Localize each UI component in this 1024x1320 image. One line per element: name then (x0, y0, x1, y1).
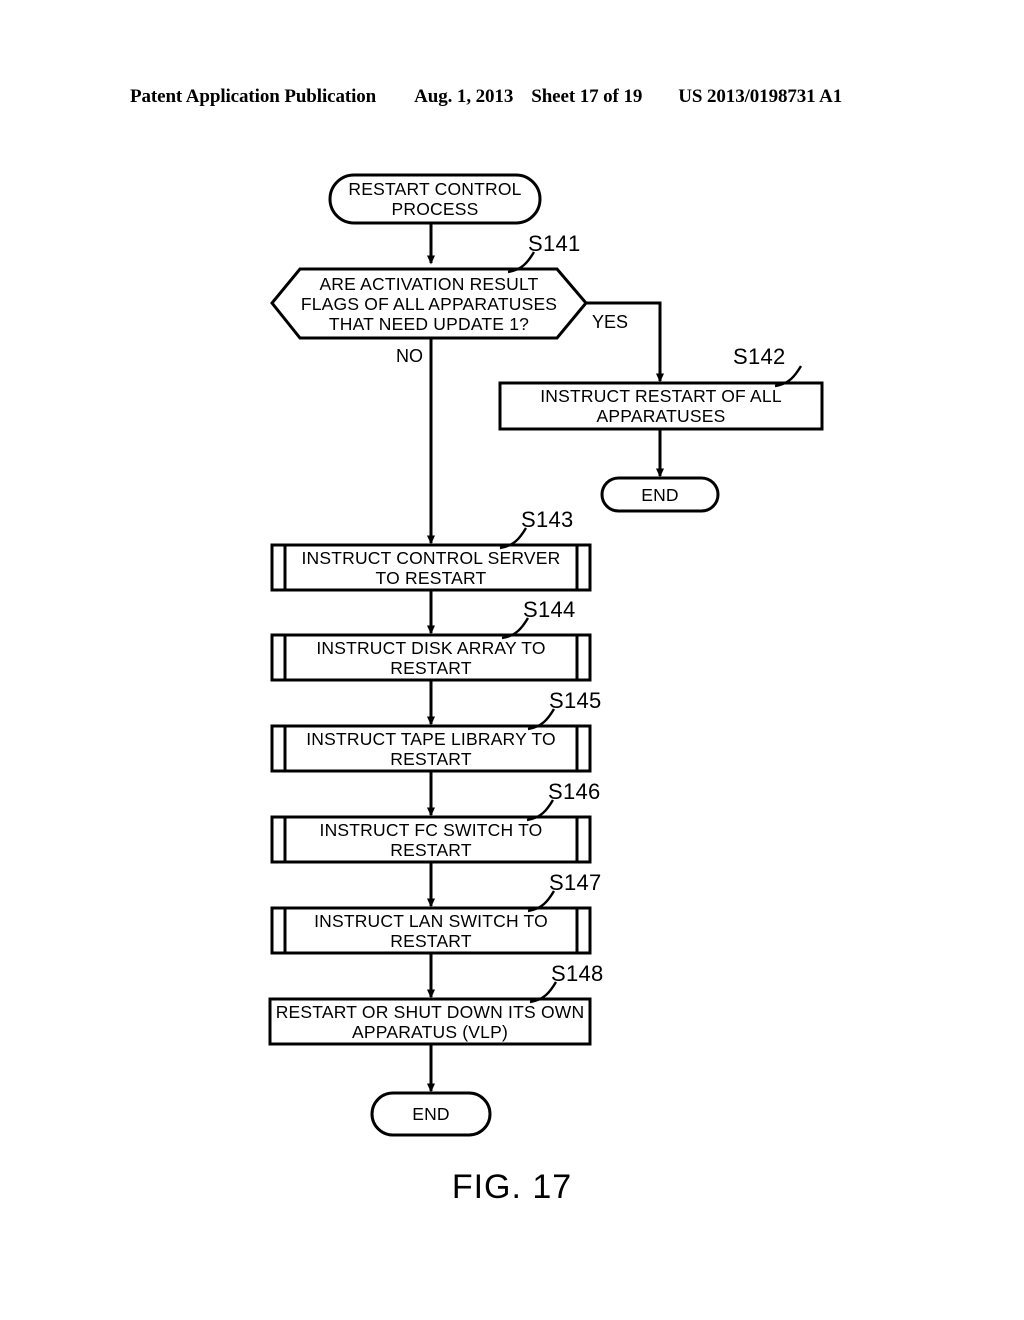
end-yes-terminator-shape (600, 476, 720, 513)
step-number-s145: S145 (549, 688, 602, 713)
end-no-terminator-shape (370, 1091, 492, 1137)
decision-hexagon-shape (270, 267, 588, 340)
step-number-s143: S143 (521, 507, 574, 532)
step-box-s143-shape (270, 543, 592, 592)
flowchart-graphics (268, 173, 824, 1137)
step-box-s148-shape (268, 997, 592, 1046)
step-number-s148: S148 (551, 961, 604, 986)
step-number-s146: S146 (548, 779, 601, 804)
step-number-s147: S147 (549, 870, 602, 895)
step-number-s144: S144 (523, 597, 576, 622)
flowchart: RESTART CONTROL PROCESS ARE ACTIVATION R… (0, 0, 1024, 1320)
branch-label-no: NO (396, 346, 423, 366)
start-terminator-shape (328, 173, 542, 225)
step-box-s144-shape (270, 633, 592, 682)
step-box-s145-shape (270, 724, 592, 773)
figure-caption: FIG. 17 (451, 1168, 573, 1206)
step-box-s146-shape (270, 815, 592, 864)
step-number-s142: S142 (733, 344, 786, 369)
patent-drawing-page: Patent Application Publication Aug. 1, 2… (0, 0, 1024, 1320)
step-number-s141: S141 (528, 231, 581, 256)
step-box-s147-shape (270, 906, 592, 955)
step-box-s142-shape (498, 381, 824, 431)
branch-label-yes: YES (592, 312, 629, 332)
